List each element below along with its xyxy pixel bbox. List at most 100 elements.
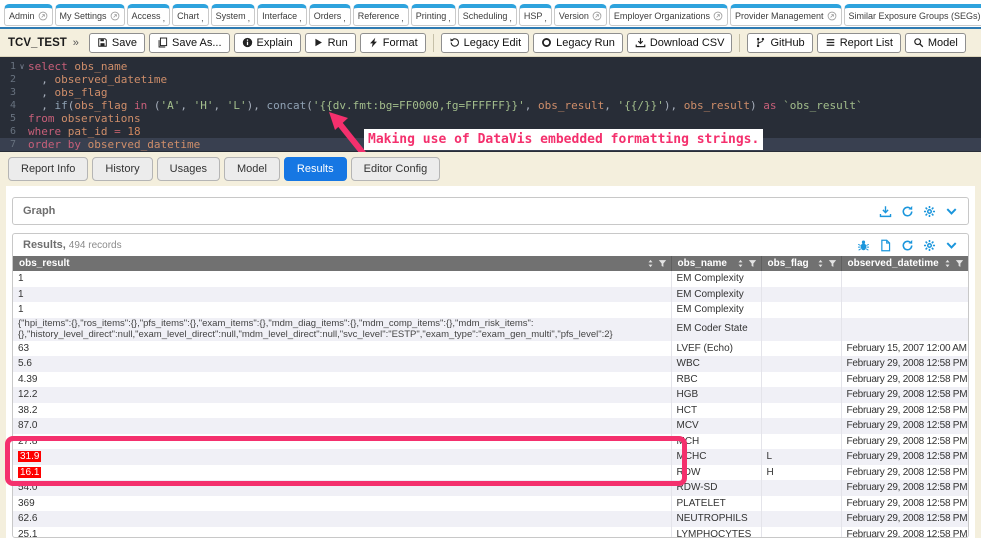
- cell-obs-name: MCHC: [671, 449, 761, 465]
- nav-tab-chart[interactable]: Chart,: [172, 4, 209, 26]
- git-branch-icon: [755, 37, 766, 48]
- column-header-observed_datetime[interactable]: observed_datetime: [841, 256, 968, 271]
- code-text: , observed_datetime: [28, 73, 981, 86]
- legacy-edit-button[interactable]: Legacy Edit: [441, 33, 529, 53]
- table-row[interactable]: 27.8MCHFebruary 29, 2008 12:58 PM: [13, 434, 968, 450]
- nav-tab-system[interactable]: System,: [211, 4, 256, 26]
- sort-icon[interactable]: [736, 259, 745, 268]
- nav-tab-admin[interactable]: Admin: [4, 4, 53, 26]
- gear-icon[interactable]: [923, 205, 936, 218]
- tab-model[interactable]: Model: [224, 157, 280, 181]
- cell-observed-datetime: February 29, 2008 12:58 PM: [841, 372, 968, 388]
- nav-tab-similar-exposure-groups-segs[interactable]: Similar Exposure Groups (SEGs): [844, 4, 981, 26]
- explain-button[interactable]: Explain: [234, 33, 301, 53]
- nav-tab-interface[interactable]: Interface,: [257, 4, 307, 26]
- tab-report-info[interactable]: Report Info: [8, 157, 88, 181]
- fold-gutter: [16, 112, 28, 125]
- code-text: where pat_id = 18: [28, 125, 981, 138]
- filter-icon[interactable]: [828, 259, 837, 268]
- save-as-button[interactable]: Save As...: [149, 33, 230, 53]
- nav-tab-employer-organizations[interactable]: Employer Organizations: [609, 4, 728, 26]
- submenu-indicator: ,: [448, 13, 451, 23]
- nav-tab-version[interactable]: Version: [554, 4, 607, 26]
- sort-icon[interactable]: [943, 259, 952, 268]
- submenu-indicator: ,: [401, 13, 404, 23]
- fold-arrow-icon[interactable]: ∨: [16, 60, 28, 73]
- table-row[interactable]: 12.2HGBFebruary 29, 2008 12:58 PM: [13, 387, 968, 403]
- cell-obs-flag: [761, 511, 841, 527]
- cell-observed-datetime: February 29, 2008 12:58 PM: [841, 527, 968, 538]
- cell-obs-flag: [761, 356, 841, 372]
- table-row[interactable]: {"hpi_items":{},"ros_items":{},"pfs_item…: [13, 318, 968, 341]
- nav-tab-access[interactable]: Access,: [127, 4, 171, 26]
- cell-obs-flag: [761, 496, 841, 512]
- table-row[interactable]: 87.0MCVFebruary 29, 2008 12:58 PM: [13, 418, 968, 434]
- run-button[interactable]: Run: [305, 33, 356, 53]
- sort-icon[interactable]: [816, 259, 825, 268]
- table-row[interactable]: 62.6NEUTROPHILSFebruary 29, 2008 12:58 P…: [13, 511, 968, 527]
- nav-tab-scheduling[interactable]: Scheduling,: [458, 4, 517, 26]
- report-toolbar: TCV_TEST » SaveSave As...ExplainRunForma…: [0, 29, 981, 57]
- report-name-expander[interactable]: »: [73, 37, 79, 49]
- code-line-5: 5from observations: [0, 112, 981, 125]
- nav-tab-printing[interactable]: Printing,: [411, 4, 456, 26]
- legacy-run-button[interactable]: Legacy Run: [533, 33, 623, 53]
- table-row[interactable]: 16.1RDWHFebruary 29, 2008 12:58 PM: [13, 465, 968, 481]
- nav-tab-provider-management[interactable]: Provider Management: [730, 4, 842, 26]
- refresh-icon[interactable]: [901, 205, 914, 218]
- filter-icon[interactable]: [748, 259, 757, 268]
- table-row[interactable]: 5.6WBCFebruary 29, 2008 12:58 PM: [13, 356, 968, 372]
- refresh-icon[interactable]: [901, 239, 914, 252]
- table-row[interactable]: 38.2HCTFebruary 29, 2008 12:58 PM: [13, 403, 968, 419]
- cell-obs-result: 31.9: [13, 449, 671, 465]
- filter-icon[interactable]: [658, 259, 667, 268]
- nav-tab-orders[interactable]: Orders,: [309, 4, 351, 26]
- button-label: Legacy Edit: [464, 37, 521, 49]
- chevron-down-icon[interactable]: [945, 239, 958, 252]
- chevron-down-icon[interactable]: [945, 205, 958, 218]
- model-button[interactable]: Model: [905, 33, 966, 53]
- github-button[interactable]: GitHub: [747, 33, 812, 53]
- table-row[interactable]: 63LVEF (Echo)February 15, 2007 12:00 AM: [13, 341, 968, 357]
- button-label: Save: [112, 37, 137, 49]
- cell-obs-result: 1: [13, 271, 671, 287]
- cell-observed-datetime: February 29, 2008 12:58 PM: [841, 387, 968, 403]
- table-row[interactable]: 1EM Complexity: [13, 287, 968, 303]
- cell-obs-flag: [761, 403, 841, 419]
- report-list-button[interactable]: Report List: [817, 33, 901, 53]
- bug-icon[interactable]: [857, 239, 870, 252]
- line-number: 7: [0, 138, 16, 151]
- save-icon: [97, 37, 108, 48]
- flagged-value-badge: 31.9: [18, 451, 41, 462]
- toolbar-divider: [739, 34, 740, 52]
- format-icon: [368, 37, 379, 48]
- tab-editor-config[interactable]: Editor Config: [351, 157, 441, 181]
- gear-icon[interactable]: [923, 239, 936, 252]
- save-button[interactable]: Save: [89, 33, 145, 53]
- table-row[interactable]: 31.9MCHCLFebruary 29, 2008 12:58 PM: [13, 449, 968, 465]
- nav-tab-hsp[interactable]: HSP,: [519, 4, 552, 26]
- format-button[interactable]: Format: [360, 33, 426, 53]
- download-icon[interactable]: [879, 205, 892, 218]
- table-row[interactable]: 25.1LYMPHOCYTESFebruary 29, 2008 12:58 P…: [13, 527, 968, 538]
- submenu-indicator: ,: [299, 13, 302, 23]
- table-row[interactable]: 54.0RDW-SDFebruary 29, 2008 12:58 PM: [13, 480, 968, 496]
- nav-tab-reference[interactable]: Reference,: [353, 4, 409, 26]
- table-row[interactable]: 1EM Complexity: [13, 271, 968, 287]
- tab-results[interactable]: Results: [284, 157, 347, 181]
- new-document-icon[interactable]: [879, 239, 892, 252]
- sql-editor[interactable]: 1∨select obs_name2 , observed_datetime3 …: [0, 57, 981, 152]
- table-row[interactable]: 4.39RBCFebruary 29, 2008 12:58 PM: [13, 372, 968, 388]
- tab-usages[interactable]: Usages: [157, 157, 220, 181]
- column-header-obs_flag[interactable]: obs_flag: [761, 256, 841, 271]
- table-row[interactable]: 1EM Complexity: [13, 302, 968, 318]
- column-header-obs_name[interactable]: obs_name: [671, 256, 761, 271]
- download-csv-button[interactable]: Download CSV: [627, 33, 733, 53]
- nav-tab-my-settings[interactable]: My Settings: [55, 4, 125, 26]
- nav-tab-label: Interface: [262, 11, 297, 21]
- sort-icon[interactable]: [646, 259, 655, 268]
- tab-history[interactable]: History: [92, 157, 152, 181]
- filter-icon[interactable]: [955, 259, 964, 268]
- column-header-obs_result[interactable]: obs_result: [13, 256, 671, 271]
- table-row[interactable]: 369PLATELETFebruary 29, 2008 12:58 PM: [13, 496, 968, 512]
